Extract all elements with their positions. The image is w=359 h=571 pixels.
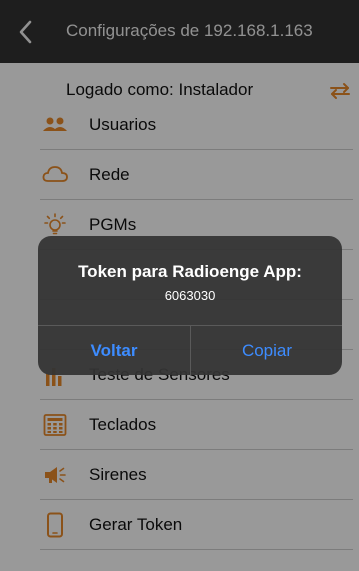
token-value: 6063030: [164, 288, 216, 303]
voltar-button[interactable]: Voltar: [38, 326, 190, 375]
alert-title: Token para Radioenge App:: [78, 262, 302, 281]
copiar-button[interactable]: Copiar: [191, 326, 342, 375]
token-alert-dialog: Token para Radioenge App: 6063030 Voltar…: [38, 236, 342, 375]
settings-screen: Configurações de 192.168.1.163 Logado co…: [0, 0, 359, 571]
